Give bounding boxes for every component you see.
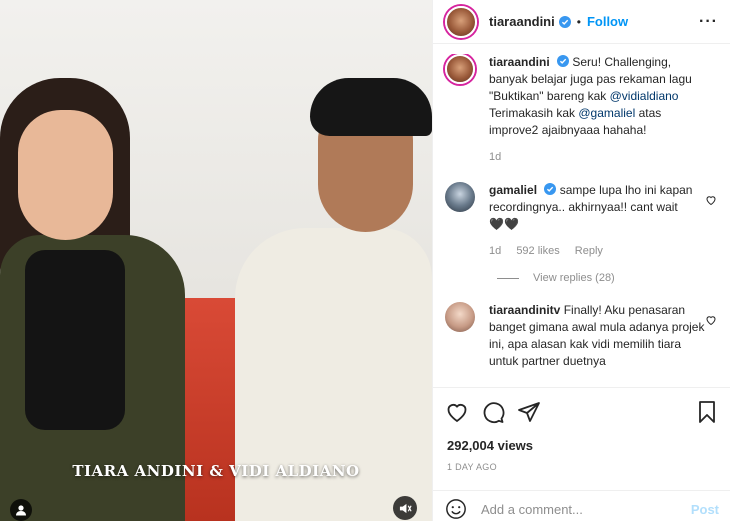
commenter-username[interactable]: tiaraandinitv (489, 303, 560, 317)
emoji-smiley-icon[interactable] (445, 498, 467, 520)
author-avatar[interactable] (445, 5, 477, 38)
commenter-avatar[interactable] (445, 302, 475, 332)
caption-time: 1d (489, 151, 502, 163)
view-replies-label[interactable]: View replies (28) (533, 272, 615, 284)
view-count[interactable]: 292,004 views (447, 438, 533, 453)
comment-body: gamaliel sampe lupa lho ini kapan record… (489, 182, 711, 260)
comment-emoji: 🖤🖤 (489, 217, 519, 231)
video-person-left-face (18, 110, 113, 240)
commenter-avatar[interactable] (445, 182, 475, 212)
view-replies-button[interactable]: View replies (28) (497, 272, 719, 284)
like-heart-icon[interactable] (445, 400, 469, 424)
caption-author-avatar[interactable] (445, 54, 475, 84)
post-caption: tiaraandini Seru! Challenging, banyak be… (445, 54, 719, 166)
post-actions (433, 387, 730, 435)
post-time-ago: 1 DAY AGO (447, 462, 497, 472)
comment-bubble-icon[interactable] (481, 400, 505, 424)
post-comment-button[interactable]: Post (691, 502, 719, 517)
caption-text-2: Terimakasih kak (489, 106, 579, 120)
tagged-users-button[interactable] (10, 499, 32, 521)
comment-reply-button[interactable]: Reply (575, 245, 603, 257)
verified-badge-icon (558, 15, 571, 28)
post-video[interactable]: TIARA ANDINI & VIDI ALDIANO (0, 0, 432, 521)
video-caption: TIARA ANDINI & VIDI ALDIANO (72, 462, 360, 480)
follow-button[interactable]: Follow (587, 14, 628, 29)
save-bookmark-icon[interactable] (695, 400, 719, 424)
speaker-muted-icon (399, 503, 412, 513)
comment-meta: 1d 592 likes Reply (489, 243, 711, 260)
post-header: tiaraandini • Follow ··· (433, 0, 730, 44)
comment-body: tiaraandinitv Finally! Aku penasaran ban… (489, 302, 711, 370)
caption-body: tiaraandini Seru! Challenging, banyak be… (489, 54, 711, 166)
comments-list[interactable]: tiaraandini Seru! Challenging, banyak be… (433, 54, 730, 385)
view-replies-line (497, 277, 519, 279)
comment-time: 1d (489, 245, 502, 257)
header-separator: • (576, 14, 581, 29)
mention-vidialdiano[interactable]: @vidialdiano (610, 89, 679, 103)
comment-like-heart-icon[interactable] (705, 314, 717, 326)
verified-badge-icon (544, 183, 557, 195)
video-person-right-cap (310, 78, 432, 136)
comment-like-heart-icon[interactable] (705, 194, 717, 206)
add-comment-input[interactable] (481, 501, 691, 517)
comment-item: gamaliel sampe lupa lho ini kapan record… (445, 182, 719, 260)
verified-badge-icon (557, 55, 570, 67)
author-username[interactable]: tiaraandini (489, 14, 555, 29)
add-comment-bar: Post (433, 490, 730, 521)
commenter-username[interactable]: gamaliel (489, 183, 537, 197)
comment-item: tiaraandinitv Finally! Aku penasaran ban… (445, 302, 719, 370)
mute-button[interactable] (393, 496, 417, 520)
caption-meta: 1d (489, 149, 711, 166)
mention-gamaliel[interactable]: @gamaliel (578, 106, 635, 120)
caption-username[interactable]: tiaraandini (489, 55, 550, 69)
post-side-panel: tiaraandini • Follow ··· tiaraandini Ser… (432, 0, 730, 521)
share-paper-plane-icon[interactable] (517, 400, 541, 424)
more-options-icon[interactable]: ··· (699, 13, 718, 31)
user-icon (16, 505, 26, 516)
comment-likes[interactable]: 592 likes (516, 245, 559, 257)
video-person-left-top (25, 250, 125, 430)
